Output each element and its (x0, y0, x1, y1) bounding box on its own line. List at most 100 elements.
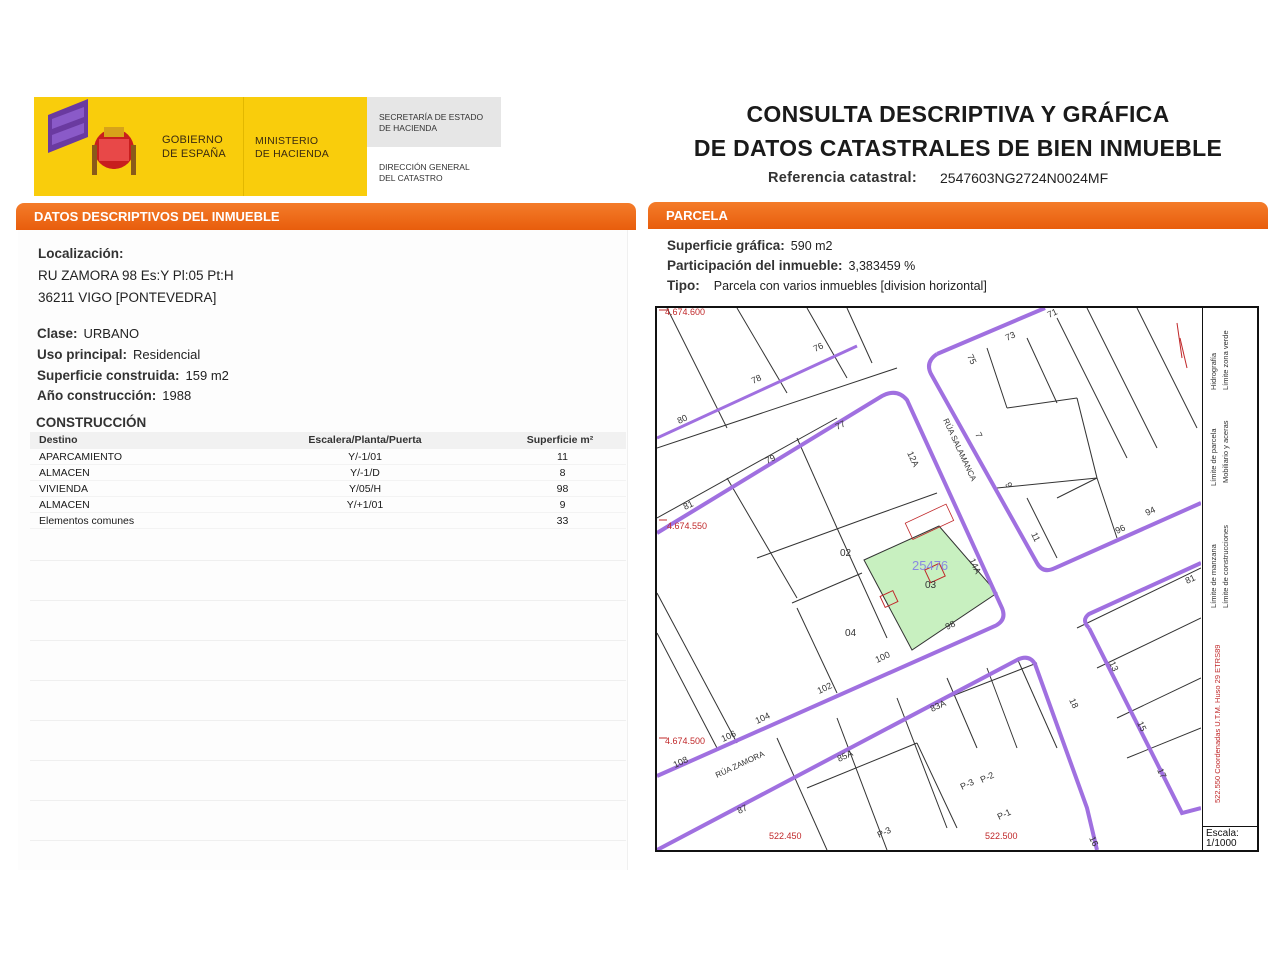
type-row: Tipo: Parcela con varios inmuebles [divis… (667, 277, 987, 295)
type-label: Tipo: (667, 278, 700, 293)
svg-text:P-2: P-2 (979, 770, 996, 785)
graphic-area-value: 590 m2 (790, 239, 833, 253)
svg-text:4.674.600: 4.674.600 (665, 308, 705, 317)
parcel-id-label: 25476 (912, 558, 948, 573)
area-cell: 8 (559, 467, 566, 479)
table-row: APARCAMIENTO Y/-1/01 11 (30, 449, 626, 465)
class-label: Clase: (37, 326, 78, 341)
participation-row: Participación del inmueble: 3,383459 % (667, 257, 915, 275)
construction-title: CONSTRUCCIÓN (36, 415, 147, 430)
svg-text:9: 9 (1003, 481, 1014, 490)
coat-of-arms-icon (48, 99, 136, 175)
svg-text:7: 7 (973, 431, 984, 440)
svg-text:73: 73 (1004, 330, 1017, 343)
participation-label: Participación del inmueble: (667, 258, 843, 273)
column-header: Superficie m² (526, 434, 594, 446)
table-row: ALMACEN Y/-1/D 8 (30, 465, 626, 481)
secretary-block: SECRETARÍA DE ESTADO DE HACIENDA (367, 97, 501, 147)
svg-text:102: 102 (816, 680, 834, 695)
svg-text:81: 81 (1184, 573, 1197, 586)
svg-text:04: 04 (845, 628, 857, 639)
svg-text:16: 16 (1087, 835, 1100, 848)
type-value: Parcela con varios inmuebles [division h… (713, 279, 987, 293)
graphic-area-row: Superficie gráfica: 590 m2 (667, 237, 833, 255)
address-line-2: 36211 VIGO [PONTEVEDRA] (38, 290, 217, 305)
class-value: URBANO (83, 326, 140, 341)
svg-text:03: 03 (925, 580, 937, 591)
svg-text:522.500: 522.500 (985, 831, 1018, 841)
svg-text:100: 100 (874, 649, 892, 664)
map-scale: Escala: 1/1000 (1202, 826, 1257, 850)
built-area-value: 159 m2 (185, 368, 229, 383)
svg-text:12A: 12A (905, 450, 921, 469)
location-cell: Y/+1/01 (346, 499, 384, 511)
svg-text:85A: 85A (836, 748, 855, 764)
legend-item: Hidrografía (1209, 352, 1218, 390)
legend-item: Límite de manzana (1209, 544, 1218, 608)
street-label: RÚA ZAMORA (714, 749, 766, 780)
destination-cell: ALMACEN (39, 467, 90, 479)
address-line-1: RU ZAMORA 98 Es:Y Pl:05 Pt:H (38, 268, 234, 283)
government-logo-block: GOBIERNO DE ESPAÑA MINISTERIO DE HACIEND… (34, 97, 367, 196)
svg-text:18: 18 (1067, 697, 1080, 710)
scale-value: 1/1000 (1206, 838, 1237, 849)
red-marks (659, 309, 1188, 739)
cadastral-reference-value: 2547603NG2724N0024MF (940, 170, 1109, 186)
use-row: Uso principal: Residencial (37, 346, 200, 364)
construction-table: Destino Escalera/Planta/Puerta Superfici… (30, 432, 626, 529)
legend-item: Límite de parcela (1209, 428, 1218, 486)
cadastral-reference-label: Referencia catastral: (768, 170, 917, 186)
column-header: Escalera/Planta/Puerta (308, 434, 422, 446)
table-header: Destino Escalera/Planta/Puerta Superfici… (30, 432, 626, 449)
built-area-row: Superficie construida: 159 m2 (37, 367, 229, 385)
location-cell: Y/05/H (348, 483, 382, 495)
svg-text:108: 108 (672, 754, 690, 769)
year-value: 1988 (162, 388, 192, 403)
svg-text:11: 11 (1029, 531, 1042, 544)
svg-text:P-1: P-1 (996, 807, 1013, 822)
directorate-name: DIRECCIÓN GENERAL DEL CATASTRO (379, 162, 470, 183)
svg-text:4.674.500: 4.674.500 (665, 736, 705, 746)
location-cell: Y/-1/D (350, 467, 380, 479)
svg-text:02: 02 (840, 548, 852, 559)
use-label: Uso principal: (37, 347, 128, 362)
destination-cell: ALMACEN (39, 499, 90, 511)
area-cell: 33 (556, 515, 569, 527)
table-row: Elementos comunes 33 (30, 513, 626, 529)
legend-item: Límite de construcciones (1221, 525, 1230, 608)
svg-text:79: 79 (764, 453, 777, 466)
secretary-name: SECRETARÍA DE ESTADO DE HACIENDA (379, 112, 484, 133)
section-bar-parcel: PARCELA (648, 202, 1268, 229)
cadastral-map: 4.674.600 4.674.550 4.674.500 522.450 52… (657, 308, 1201, 850)
participation-value: 3,383459 % (848, 259, 916, 273)
area-cell: 9 (559, 499, 566, 511)
destination-cell: APARCAMIENTO (39, 451, 123, 463)
destination-cell: VIVIENDA (39, 483, 89, 495)
svg-text:75: 75 (965, 353, 978, 366)
map-legend: Límite de manzana Límite de parcela Lími… (1202, 308, 1257, 828)
svg-text:104: 104 (754, 710, 772, 725)
year-label: Año construcción: (37, 388, 157, 403)
location-label: Localización: (38, 246, 124, 261)
svg-text:76: 76 (812, 341, 825, 354)
ministry-name: MINISTERIO DE HACIENDA (255, 135, 329, 160)
section-bar-descriptive: DATOS DESCRIPTIVOS DEL INMUEBLE (16, 203, 636, 230)
table-row: VIVIENDA Y/05/H 98 (30, 481, 626, 497)
government-name: GOBIERNO DE ESPAÑA (162, 134, 226, 160)
legend-item: Mobiliario y aceras (1221, 420, 1230, 483)
year-row: Año construcción: 1988 (37, 387, 191, 405)
svg-text:94: 94 (1144, 505, 1157, 518)
legend-item: Límite zona verde (1221, 330, 1230, 390)
legend-coordinates: 522.550 Coordenadas U.T.M. Huso 29 ETRS8… (1213, 644, 1222, 803)
location-cell: Y/-1/01 (348, 451, 382, 463)
svg-text:522.450: 522.450 (769, 831, 802, 841)
column-header: Destino (39, 434, 78, 446)
svg-text:4.674.550: 4.674.550 (667, 521, 707, 531)
svg-text:P-3: P-3 (959, 777, 976, 792)
built-area-label: Superficie construida: (37, 368, 180, 383)
divider (243, 97, 244, 196)
area-cell: 11 (557, 451, 568, 463)
graphic-area-label: Superficie gráfica: (667, 238, 785, 253)
document-title: CONSULTA DESCRIPTIVA Y GRÁFICA DE DATOS … (693, 101, 1223, 161)
use-value: Residencial (133, 347, 201, 362)
